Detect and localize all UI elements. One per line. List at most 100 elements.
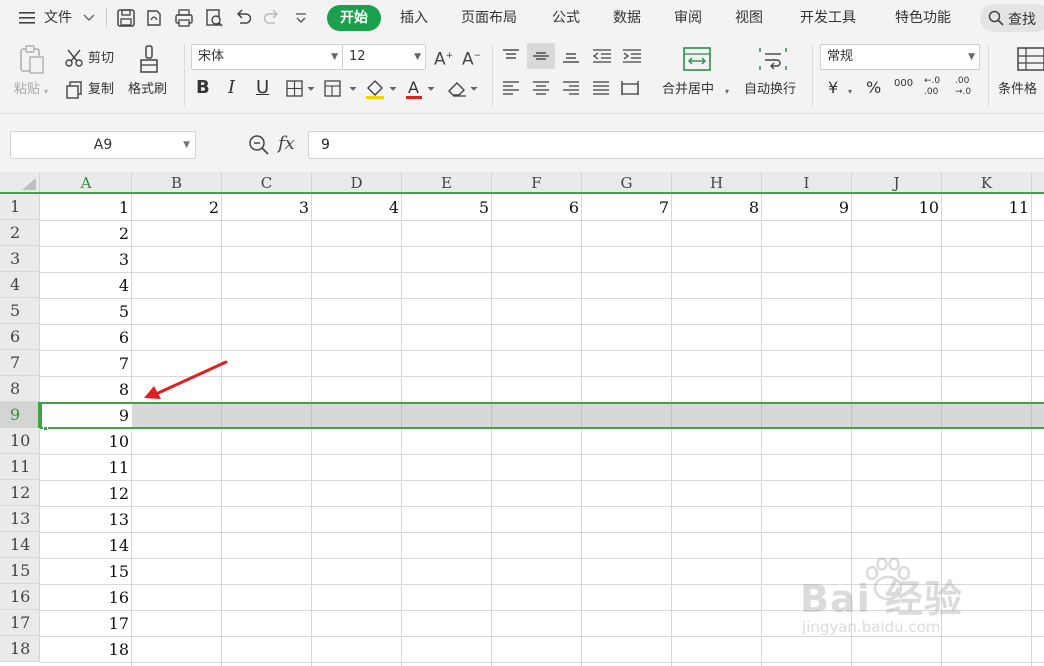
paste-label[interactable]: 粘贴: [14, 82, 40, 98]
cell-A16[interactable]: 16: [41, 584, 132, 610]
row-header-18[interactable]: 18: [0, 636, 40, 662]
cell-G1[interactable]: 7: [582, 194, 672, 220]
tab-view[interactable]: 视图: [735, 9, 763, 27]
cut-label[interactable]: 剪切: [88, 51, 114, 67]
align-bottom-icon[interactable]: [562, 48, 580, 64]
cell-A14[interactable]: 14: [41, 532, 132, 558]
column-header-E[interactable]: E: [402, 172, 492, 192]
align-right-icon[interactable]: [562, 80, 580, 96]
column-header-I[interactable]: I: [762, 172, 852, 192]
column-header-A[interactable]: A: [41, 172, 132, 192]
print-preview-icon[interactable]: [204, 8, 224, 28]
row-header-12[interactable]: 12: [0, 480, 40, 506]
cell-A6[interactable]: 6: [41, 324, 132, 350]
cell-A1[interactable]: 1: [41, 194, 132, 220]
select-all-corner[interactable]: [0, 172, 40, 192]
cell-I1[interactable]: 9: [762, 194, 852, 220]
column-header-C[interactable]: C: [222, 172, 312, 192]
paste-dropdown-arrow[interactable]: ▾: [44, 84, 48, 100]
cell-A3[interactable]: 3: [41, 246, 132, 272]
row-header-10[interactable]: 10: [0, 428, 40, 454]
export-pdf-icon[interactable]: [144, 8, 164, 28]
cell-F1[interactable]: 6: [492, 194, 582, 220]
cell-C1[interactable]: 3: [222, 194, 312, 220]
increase-font-size-icon[interactable]: A+: [434, 48, 453, 68]
increase-decimal-button[interactable]: ←.0 .00: [924, 76, 950, 98]
cell-B1[interactable]: 2: [132, 194, 222, 220]
format-painter-label[interactable]: 格式刷: [128, 82, 167, 98]
row-header-6[interactable]: 6: [0, 324, 40, 350]
percent-button[interactable]: %: [866, 80, 881, 96]
insert-function-button[interactable]: fx: [278, 133, 295, 154]
merge-dropdown-arrow[interactable]: ▾: [725, 84, 729, 100]
borders-icon[interactable]: [286, 80, 316, 98]
cell-E1[interactable]: 5: [402, 194, 492, 220]
tab-developer[interactable]: 开发工具: [800, 9, 856, 27]
align-left-icon[interactable]: [502, 80, 520, 96]
font-size-select[interactable]: 12 ▼: [342, 44, 426, 70]
row-header-16[interactable]: 16: [0, 584, 40, 610]
bold-button[interactable]: B: [196, 79, 210, 97]
save-icon[interactable]: [116, 8, 136, 28]
copy-label[interactable]: 复制: [88, 82, 114, 98]
tab-data[interactable]: 数据: [613, 9, 641, 27]
fill-pattern-icon[interactable]: [324, 80, 358, 98]
cell-A4[interactable]: 4: [41, 272, 132, 298]
decrease-indent-icon[interactable]: [592, 48, 612, 64]
cell-A7[interactable]: 7: [41, 350, 132, 376]
column-header-K[interactable]: K: [942, 172, 1032, 192]
cell-H1[interactable]: 8: [672, 194, 762, 220]
cell-J1[interactable]: 10: [852, 194, 942, 220]
name-box[interactable]: A9 ▼: [10, 131, 196, 159]
underline-button[interactable]: U: [256, 79, 269, 97]
cell-A18[interactable]: 18: [41, 636, 132, 662]
row-header-13[interactable]: 13: [0, 506, 40, 532]
fill-handle[interactable]: [43, 426, 48, 431]
tab-formulas[interactable]: 公式: [552, 9, 580, 27]
cell-D1[interactable]: 4: [312, 194, 402, 220]
wrap-text-icon[interactable]: [758, 46, 788, 72]
clear-icon[interactable]: [446, 78, 482, 100]
merge-center-icon[interactable]: [682, 46, 712, 72]
currency-dropdown-arrow[interactable]: ▾: [848, 84, 852, 100]
thousands-separator-button[interactable]: 000: [894, 76, 913, 92]
column-header-H[interactable]: H: [672, 172, 762, 192]
row-header-17[interactable]: 17: [0, 610, 40, 636]
copy-icon[interactable]: [64, 80, 84, 100]
chevron-down-icon[interactable]: [82, 13, 96, 23]
align-center-icon[interactable]: [532, 80, 550, 96]
formula-input[interactable]: 9: [308, 131, 1044, 159]
tab-insert[interactable]: 插入: [400, 9, 428, 27]
column-header-G[interactable]: G: [582, 172, 672, 192]
conditional-format-icon[interactable]: [1016, 46, 1044, 72]
cell-A12[interactable]: 12: [41, 480, 132, 506]
font-name-select[interactable]: 宋体 ▼: [191, 44, 343, 70]
cell-A13[interactable]: 13: [41, 506, 132, 532]
search-box[interactable]: 查找: [980, 4, 1044, 32]
row-header-5[interactable]: 5: [0, 298, 40, 324]
column-header-D[interactable]: D: [312, 172, 402, 192]
paste-icon[interactable]: [18, 44, 46, 76]
justify-icon[interactable]: [592, 80, 610, 96]
number-format-select[interactable]: 常规 ▼: [820, 44, 980, 70]
tab-home[interactable]: 开始: [327, 5, 381, 31]
row-header-9[interactable]: 9: [0, 402, 40, 428]
cell-K1[interactable]: 11: [942, 194, 1032, 220]
align-middle-button[interactable]: [527, 43, 555, 69]
currency-button[interactable]: ¥: [828, 80, 838, 96]
row-header-7[interactable]: 7: [0, 350, 40, 376]
print-icon[interactable]: [174, 8, 194, 28]
increase-indent-icon[interactable]: [622, 48, 642, 64]
distributed-align-icon[interactable]: [620, 80, 640, 96]
file-menu[interactable]: 文件: [44, 9, 72, 27]
align-top-icon[interactable]: [502, 48, 520, 64]
italic-button[interactable]: I: [228, 79, 235, 97]
decrease-font-size-icon[interactable]: A−: [462, 48, 481, 68]
row-header-1[interactable]: 1: [0, 194, 40, 220]
column-header-F[interactable]: F: [492, 172, 582, 192]
redo-icon[interactable]: [262, 8, 282, 28]
row-header-3[interactable]: 3: [0, 246, 40, 272]
conditional-format-label[interactable]: 条件格: [998, 82, 1037, 98]
row-header-15[interactable]: 15: [0, 558, 40, 584]
cut-icon[interactable]: [64, 48, 84, 68]
